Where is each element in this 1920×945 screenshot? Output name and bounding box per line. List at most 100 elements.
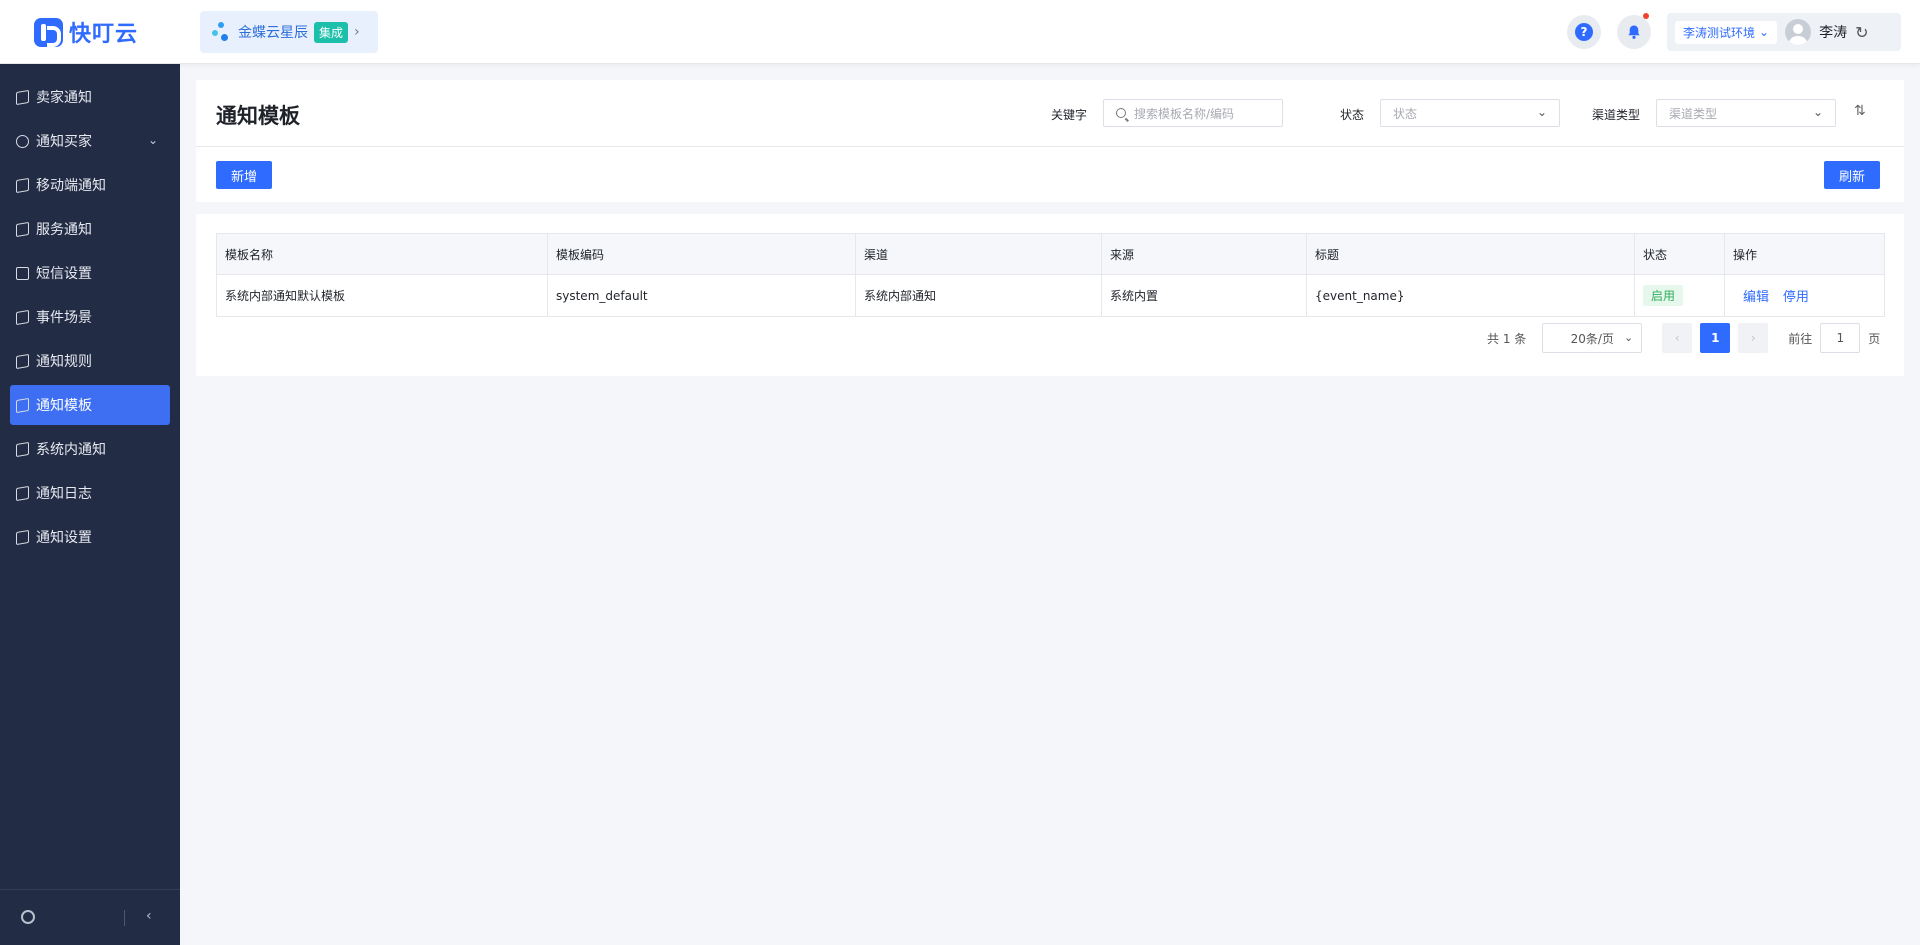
edit-link[interactable]: 编辑 bbox=[1743, 290, 1769, 305]
environment-label: 李涛测试环境 bbox=[1683, 25, 1756, 40]
page-suffix: 页 bbox=[1868, 331, 1881, 346]
cell-status: 启用 bbox=[1634, 274, 1725, 317]
sidebar-item-label: 通知模板 bbox=[36, 398, 92, 414]
help-button[interactable]: ? bbox=[1567, 15, 1601, 49]
notifications-button[interactable] bbox=[1617, 13, 1651, 49]
sidebar-item-seller-notify[interactable]: 卖家通知 bbox=[10, 77, 170, 117]
keyword-placeholder: 搜索模板名称/编码 bbox=[1134, 106, 1235, 121]
page-title: 通知模板 bbox=[216, 104, 300, 128]
pagination: 共 1 条 20条/页 ⌄ ‹ 1 › 前往 1 页 bbox=[1487, 323, 1880, 353]
integration-tag: 集成 bbox=[314, 21, 349, 43]
doc-icon bbox=[16, 221, 29, 237]
column-header: 状态 bbox=[1634, 233, 1725, 275]
table-header-row: 模板名称 模板编码 渠道 来源 标题 状态 操作 bbox=[216, 233, 1885, 275]
sidebar-item-system-notify[interactable]: 系统内通知 bbox=[10, 429, 170, 469]
status-select[interactable]: 状态 ⌄ bbox=[1380, 99, 1560, 127]
chevron-right-icon: › bbox=[354, 24, 360, 40]
collapse-sidebar-icon[interactable]: ‹ bbox=[146, 908, 152, 924]
chevron-down-icon: ⌄ bbox=[147, 133, 158, 147]
column-header: 标题 bbox=[1306, 233, 1635, 275]
cell-template-name: 系统内部通知默认模板 bbox=[216, 274, 548, 317]
sidebar-item-label: 系统内通知 bbox=[36, 442, 106, 458]
cell-title: {event_name} bbox=[1306, 274, 1635, 317]
sidebar-item-notify-templates[interactable]: 通知模板 bbox=[10, 385, 170, 425]
sidebar-item-buyer-notify[interactable]: 通知买家 ⌄ bbox=[10, 121, 170, 161]
goto-label: 前往 bbox=[1788, 331, 1813, 346]
refresh-button[interactable]: 刷新 bbox=[1824, 161, 1881, 189]
sidebar-item-notify-settings[interactable]: 通知设置 bbox=[10, 517, 170, 557]
doc-icon bbox=[16, 177, 29, 193]
settings-icon[interactable] bbox=[21, 910, 35, 924]
sidebar-menu: 卖家通知 通知买家 ⌄ 移动端通知 服务通知 短信设置 事件场景 通知规则 通知… bbox=[0, 64, 180, 557]
reload-icon[interactable]: ↻ bbox=[1855, 23, 1868, 42]
doc-icon bbox=[16, 529, 29, 545]
divider bbox=[124, 910, 125, 926]
column-header: 模板名称 bbox=[216, 233, 548, 275]
product-switcher[interactable]: 金蝶云星辰 集成 › bbox=[200, 11, 378, 53]
sidebar-item-service-notify[interactable]: 服务通知 bbox=[10, 209, 170, 249]
page-size-select[interactable]: 20条/页 ⌄ bbox=[1542, 323, 1643, 353]
sidebar-item-label: 通知设置 bbox=[36, 530, 92, 546]
bell-icon bbox=[1628, 25, 1640, 39]
environment-select[interactable]: 李涛测试环境 ⌄ bbox=[1675, 20, 1778, 44]
sidebar-item-label: 事件场景 bbox=[36, 310, 92, 326]
logo-text: 快叮云 bbox=[69, 22, 139, 47]
avatar[interactable] bbox=[1785, 19, 1812, 45]
sidebar-item-label: 通知日志 bbox=[36, 486, 92, 502]
sidebar-item-label: 通知买家 bbox=[36, 134, 92, 150]
sidebar-item-event-scenes[interactable]: 事件场景 bbox=[10, 297, 170, 337]
doc-icon bbox=[16, 397, 29, 413]
add-button[interactable]: 新增 bbox=[216, 161, 273, 189]
total-count: 共 1 条 bbox=[1487, 331, 1527, 346]
sidebar-item-label: 服务通知 bbox=[36, 222, 92, 238]
sidebar-footer: ‹ bbox=[0, 889, 180, 945]
filter-panel: 通知模板 关键字 搜索模板名称/编码 状态 状态 ⌄ 渠道类型 渠道类型 ⌄ ⇅… bbox=[196, 80, 1904, 202]
column-header: 渠道 bbox=[855, 233, 1102, 275]
chevron-down-icon: ⌄ bbox=[1624, 331, 1634, 344]
chevron-down-icon: ⌄ bbox=[1536, 105, 1547, 119]
goto-page-input[interactable]: 1 bbox=[1820, 323, 1861, 353]
channel-type-select[interactable]: 渠道类型 ⌄ bbox=[1656, 99, 1836, 127]
top-header: 快叮云 金蝶云星辰 集成 › ? 李涛测试环境 ⌄ 李涛 ↻ bbox=[0, 0, 1920, 64]
sidebar-item-mobile-notify[interactable]: 移动端通知 bbox=[10, 165, 170, 205]
sidebar-item-sms-settings[interactable]: 短信设置 bbox=[10, 253, 170, 293]
app-logo[interactable]: 快叮云 bbox=[34, 17, 138, 47]
doc-icon bbox=[16, 89, 29, 105]
doc-icon bbox=[16, 309, 29, 325]
sort-toggle-icon[interactable]: ⇅ bbox=[1854, 103, 1866, 119]
cell-channel: 系统内部通知 bbox=[855, 274, 1102, 317]
chevron-down-icon: ⌄ bbox=[1759, 25, 1770, 39]
doc-icon bbox=[16, 353, 29, 369]
disable-link[interactable]: 停用 bbox=[1783, 290, 1809, 305]
table-row: 系统内部通知默认模板 system_default 系统内部通知 系统内置 {e… bbox=[216, 274, 1885, 317]
divider bbox=[196, 146, 1904, 147]
sidebar-item-notify-rules[interactable]: 通知规则 bbox=[10, 341, 170, 381]
product-name: 金蝶云星辰 bbox=[238, 25, 308, 41]
table-panel: 模板名称 模板编码 渠道 来源 标题 状态 操作 系统内部通知默认模板 syst… bbox=[196, 214, 1904, 376]
cell-source: 系统内置 bbox=[1101, 274, 1307, 317]
column-header: 来源 bbox=[1101, 233, 1307, 275]
sidebar: 卖家通知 通知买家 ⌄ 移动端通知 服务通知 短信设置 事件场景 通知规则 通知… bbox=[0, 64, 180, 945]
prev-page-button[interactable]: ‹ bbox=[1662, 323, 1693, 353]
status-placeholder: 状态 bbox=[1393, 106, 1418, 121]
keyword-search-input[interactable]: 搜索模板名称/编码 bbox=[1103, 99, 1283, 127]
cell-actions: 编辑 停用 bbox=[1724, 274, 1885, 317]
mail-icon bbox=[16, 266, 29, 280]
chat-icon bbox=[16, 134, 29, 148]
column-header: 模板编码 bbox=[547, 233, 856, 275]
templates-table: 模板名称 模板编码 渠道 来源 标题 状态 操作 系统内部通知默认模板 syst… bbox=[216, 233, 1885, 317]
sidebar-item-label: 移动端通知 bbox=[36, 178, 106, 194]
doc-icon bbox=[16, 485, 29, 501]
logo-icon bbox=[34, 17, 63, 47]
username: 李涛 bbox=[1819, 25, 1848, 41]
sidebar-item-notify-log[interactable]: 通知日志 bbox=[10, 473, 170, 513]
question-icon: ? bbox=[1575, 23, 1593, 41]
next-page-button[interactable]: › bbox=[1738, 323, 1769, 353]
notification-dot bbox=[1643, 13, 1649, 19]
keyword-label: 关键字 bbox=[1051, 108, 1088, 122]
page-number-button[interactable]: 1 bbox=[1700, 323, 1731, 353]
column-header: 操作 bbox=[1724, 233, 1885, 275]
cell-template-code: system_default bbox=[547, 274, 856, 317]
sidebar-item-label: 卖家通知 bbox=[36, 90, 92, 106]
chevron-down-icon: ⌄ bbox=[1812, 105, 1823, 119]
